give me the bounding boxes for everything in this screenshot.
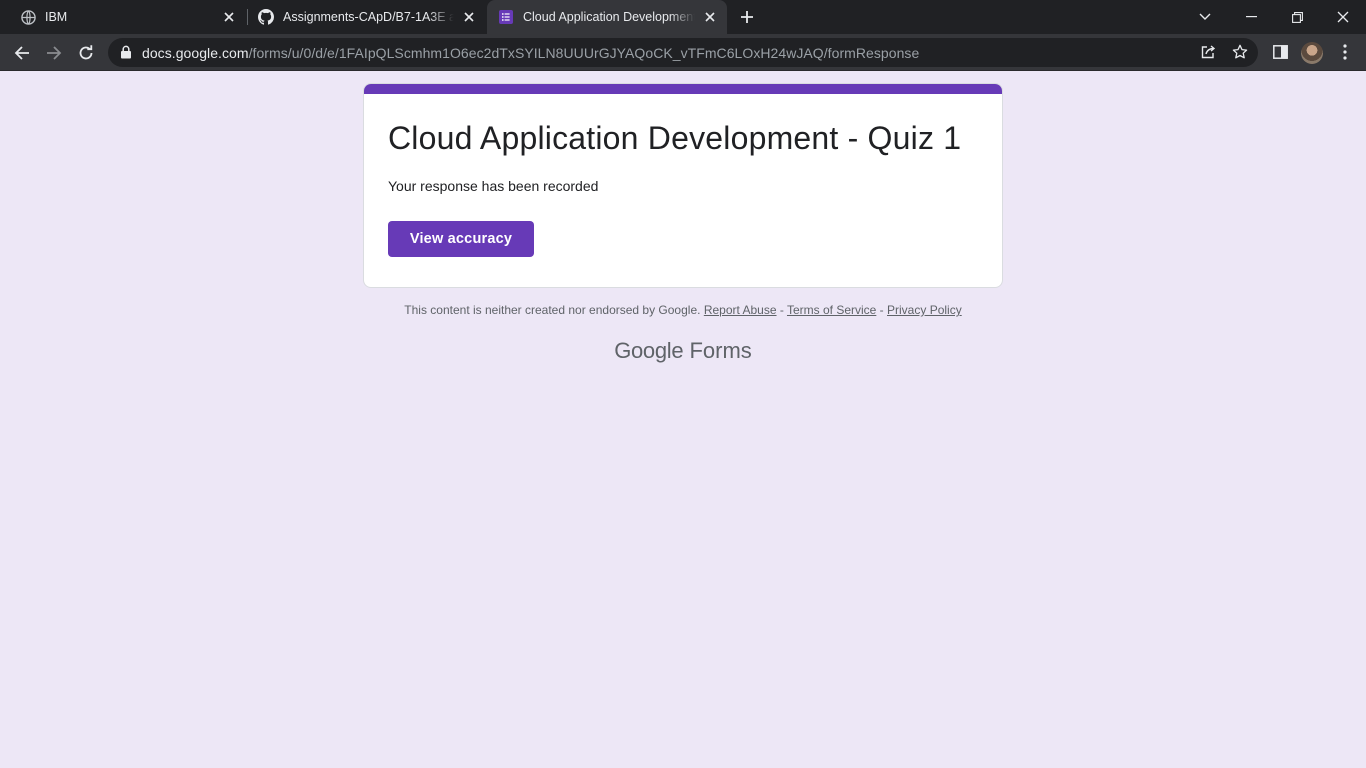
tab-github-assignments[interactable]: Assignments-CApD/B7-1A3E at m: [250, 0, 486, 34]
lock-icon[interactable]: [120, 45, 134, 59]
footer-separator: -: [876, 303, 888, 317]
form-title: Cloud Application Development - Quiz 1: [388, 120, 962, 156]
confirmation-message: Your response has been recorded: [388, 178, 599, 194]
close-tab-icon[interactable]: [701, 8, 719, 26]
card-accent-bar: [364, 84, 1002, 94]
github-icon: [258, 9, 274, 25]
reload-button[interactable]: [73, 40, 99, 66]
profile-avatar[interactable]: [1301, 42, 1323, 64]
url-text[interactable]: docs.google.com/forms/u/0/d/e/1FAIpQLScm…: [142, 45, 919, 61]
tab-separator: [247, 9, 248, 25]
form-response-card: Cloud Application Development - Quiz 1 Y…: [363, 83, 1003, 288]
form-footer: This content is neither created nor endo…: [363, 303, 1003, 317]
share-icon[interactable]: [1199, 43, 1217, 61]
close-tab-icon[interactable]: [460, 8, 478, 26]
google-wordmark: Google: [614, 338, 684, 363]
forward-button[interactable]: [41, 40, 67, 66]
tab-cloud-application-development[interactable]: Cloud Application Development: [487, 0, 727, 34]
footer-separator: -: [776, 303, 787, 317]
tab-title: Assignments-CApD/B7-1A3E at m: [283, 10, 454, 24]
terms-of-service-link[interactable]: Terms of Service: [787, 303, 876, 317]
globe-icon: [20, 9, 36, 25]
side-panel-icon[interactable]: [1270, 42, 1290, 62]
report-abuse-link[interactable]: Report Abuse: [704, 303, 777, 317]
tab-title: IBM: [45, 10, 68, 24]
disclaimer-text: This content is neither created nor endo…: [404, 303, 701, 317]
tab-title: Cloud Application Development: [523, 10, 695, 24]
forms-wordmark: Forms: [689, 338, 752, 363]
tab-search-dropdown-icon[interactable]: [1182, 0, 1228, 34]
bookmark-star-icon[interactable]: [1231, 43, 1249, 61]
view-accuracy-button[interactable]: View accuracy: [388, 221, 534, 257]
privacy-policy-link[interactable]: Privacy Policy: [887, 303, 962, 317]
url-path: /forms/u/0/d/e/1FAIpQLScmhm1O6ec2dTxSYIL…: [248, 45, 920, 61]
google-forms-logo[interactable]: Google Forms: [363, 338, 1003, 364]
browser-menu-icon[interactable]: [1335, 42, 1355, 62]
close-window-button[interactable]: [1320, 0, 1366, 34]
google-forms-icon: [498, 9, 514, 25]
tab-ibm[interactable]: IBM: [10, 0, 246, 34]
address-bar[interactable]: docs.google.com/forms/u/0/d/e/1FAIpQLScm…: [108, 38, 1258, 67]
new-tab-button[interactable]: [737, 7, 757, 27]
browser-toolbar: docs.google.com/forms/u/0/d/e/1FAIpQLScm…: [0, 34, 1366, 71]
close-tab-icon[interactable]: [220, 8, 238, 26]
minimize-button[interactable]: [1228, 0, 1274, 34]
browser-tab-strip: IBM Assignments-CApD/B7-1A3E at m Cloud …: [0, 0, 1366, 34]
url-host: docs.google.com: [142, 45, 249, 61]
back-button[interactable]: [9, 40, 35, 66]
restore-button[interactable]: [1274, 0, 1320, 34]
